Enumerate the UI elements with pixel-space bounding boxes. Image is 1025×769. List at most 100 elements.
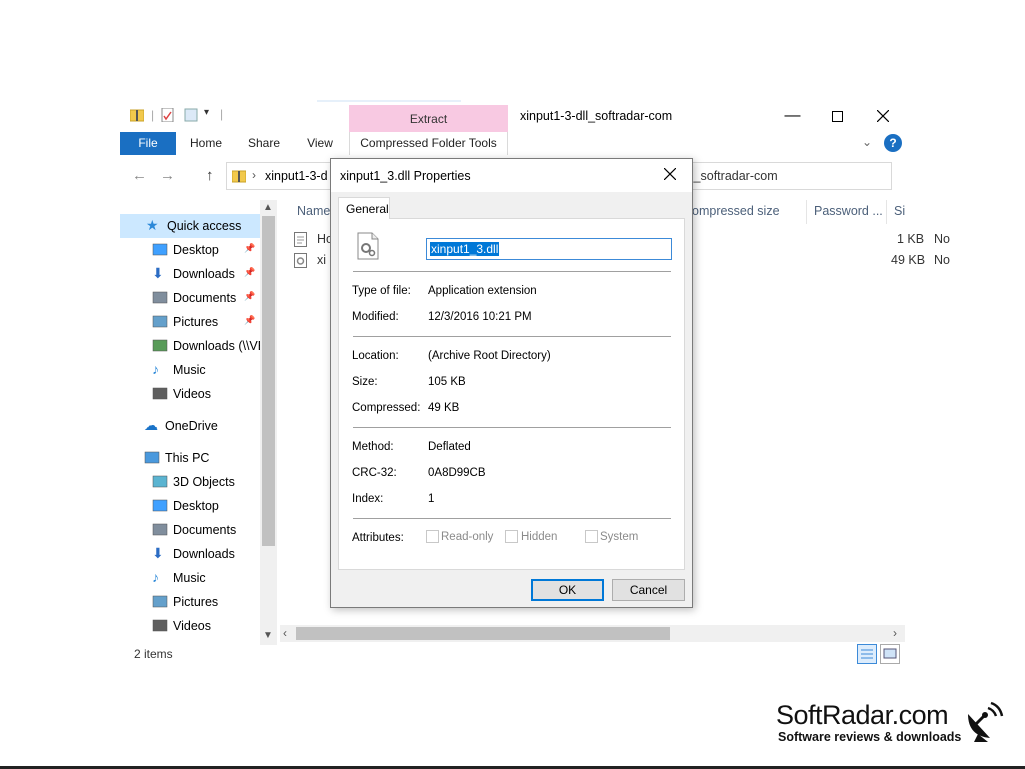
navigation-pane: ★ Quick access Desktop 📌 ⬇ Downloads 📌 Document…	[120, 212, 266, 638]
sidebar-item[interactable]: ☁ OneDrive	[120, 414, 260, 438]
tab-compressed-folder-tools[interactable]: Compressed Folder Tools	[349, 132, 508, 155]
sidebar-item[interactable]: Documents	[120, 518, 260, 542]
minimize-button[interactable]: —	[770, 100, 815, 132]
sidebar-item[interactable]: ♪ Music	[120, 358, 260, 382]
compressed-label: Compressed:	[352, 402, 421, 414]
tab-share[interactable]: Share	[240, 132, 288, 155]
file-list-hscrollbar[interactable]: ‹ ›	[280, 625, 905, 642]
sidebar-item[interactable]: Videos	[120, 382, 260, 406]
hscroll-thumb[interactable]	[296, 627, 670, 640]
divider	[353, 518, 671, 519]
general-tab-panel: xinput1_3.dll Type of file: Application …	[338, 218, 685, 570]
sidebar-item-label: Videos	[173, 387, 211, 401]
cancel-button[interactable]: Cancel	[612, 579, 685, 601]
dialog-close-button[interactable]	[663, 165, 677, 185]
sidebar-item[interactable]: ⬇ Downloads 📌	[120, 262, 260, 286]
column-separator[interactable]	[886, 200, 887, 224]
pin-icon: 📌	[244, 291, 256, 301]
divider	[353, 427, 671, 428]
file-compressed-size: 49 KB	[891, 253, 926, 267]
sidebar-item[interactable]: Desktop	[120, 494, 260, 518]
system-label: System	[600, 531, 639, 543]
computer-icon	[144, 451, 160, 465]
sidebar-item[interactable]: ♪ Music	[120, 566, 260, 590]
help-icon[interactable]: ?	[884, 134, 902, 152]
crc-label: CRC-32:	[352, 467, 397, 479]
attributes-label: Attributes:	[352, 532, 404, 544]
filename-value: xinput1_3.dll	[430, 242, 500, 256]
sidebar-item[interactable]: Desktop 📌	[120, 238, 260, 262]
tab-view[interactable]: View	[296, 132, 344, 155]
tab-file[interactable]: File	[120, 132, 176, 155]
sidebar-item[interactable]: 3D Objects	[120, 470, 260, 494]
details-view-button[interactable]	[857, 644, 877, 664]
large-icons-view-icon	[883, 648, 897, 659]
star-icon: ★	[146, 217, 159, 233]
column-header-size[interactable]: Si	[894, 204, 905, 218]
sidebar-item[interactable]: Downloads (\\VE	[120, 334, 266, 358]
music-note-icon: ♪	[152, 569, 159, 585]
hidden-checkbox[interactable]	[505, 530, 518, 543]
large-icons-view-button[interactable]	[880, 644, 900, 664]
close-button[interactable]	[860, 100, 905, 132]
maximize-button[interactable]	[815, 100, 860, 132]
sidebar-item[interactable]: ⬇ Downloads	[120, 542, 260, 566]
forward-arrow-icon[interactable]: →	[160, 167, 175, 184]
sidebar-item-label: Downloads	[173, 267, 235, 281]
nav-scroll-thumb[interactable]	[262, 216, 275, 546]
dialog-title: xinput1_3.dll Properties	[340, 169, 471, 183]
sidebar-item[interactable]: Pictures 📌	[120, 310, 260, 334]
column-header-compressed-size[interactable]: ompressed size	[692, 204, 780, 218]
close-icon	[876, 110, 889, 122]
satellite-dish-icon	[968, 701, 1004, 742]
modified-label: Modified:	[352, 311, 399, 323]
properties-icon[interactable]	[161, 108, 175, 122]
system-checkbox[interactable]	[585, 530, 598, 543]
music-note-icon: ♪	[152, 361, 159, 377]
pin-icon: 📌	[244, 267, 256, 277]
pin-icon: 📌	[244, 315, 256, 325]
column-header-name[interactable]: Name	[297, 204, 330, 218]
sidebar-item[interactable]: Pictures	[120, 590, 260, 614]
tab-extract[interactable]: Extract	[349, 105, 508, 132]
modified-value: 12/3/2016 10:21 PM	[428, 311, 532, 323]
sidebar-item-label: Music	[173, 571, 206, 585]
sidebar-item[interactable]: Videos	[120, 614, 260, 638]
desktop-icon	[152, 243, 168, 257]
index-value: 1	[428, 493, 435, 505]
column-separator[interactable]	[806, 200, 807, 224]
sidebar-item-label: Pictures	[173, 315, 219, 329]
scroll-right-icon[interactable]: ›	[893, 626, 897, 640]
sidebar-item[interactable]: This PC	[120, 446, 260, 470]
up-arrow-icon[interactable]: ↑	[206, 167, 214, 184]
location-value: (Archive Root Directory)	[428, 350, 551, 362]
chevron-down-icon[interactable]: ⌄	[862, 135, 872, 149]
ok-button[interactable]: OK	[531, 579, 604, 601]
sidebar-item-label: Pictures	[173, 595, 219, 609]
properties-dialog: xinput1_3.dll Properties General xinput1…	[330, 158, 693, 608]
method-value: Deflated	[428, 441, 471, 453]
filename-field[interactable]: xinput1_3.dll	[426, 238, 672, 260]
nav-scrollbar[interactable]: ▲ ▼	[260, 200, 277, 645]
new-folder-icon[interactable]	[184, 108, 198, 122]
readonly-checkbox[interactable]	[426, 530, 439, 543]
hidden-label: Hidden	[521, 531, 558, 543]
sidebar-item[interactable]: Documents 📌	[120, 286, 260, 310]
sidebar-item[interactable]: ★ Quick access	[120, 214, 260, 238]
column-header-password[interactable]: Password ...	[814, 204, 883, 218]
back-arrow-icon[interactable]: ←	[132, 167, 147, 184]
pictures-icon	[152, 315, 168, 329]
divider	[353, 271, 671, 272]
scroll-up-icon[interactable]: ▲	[263, 202, 273, 213]
type-value: Application extension	[428, 285, 537, 297]
text-file-icon	[294, 232, 307, 247]
scroll-left-icon[interactable]: ‹	[283, 626, 287, 640]
context-accent-line	[317, 100, 461, 102]
file-name: xi	[317, 253, 327, 267]
pin-icon: 📌	[244, 243, 256, 253]
sidebar-item-label: Documents	[173, 291, 237, 305]
tab-home[interactable]: Home	[182, 132, 230, 155]
qat-dropdown-icon[interactable]: ▾	[204, 107, 209, 118]
tab-general[interactable]: General	[338, 197, 390, 219]
scroll-down-icon[interactable]: ▼	[263, 630, 273, 641]
